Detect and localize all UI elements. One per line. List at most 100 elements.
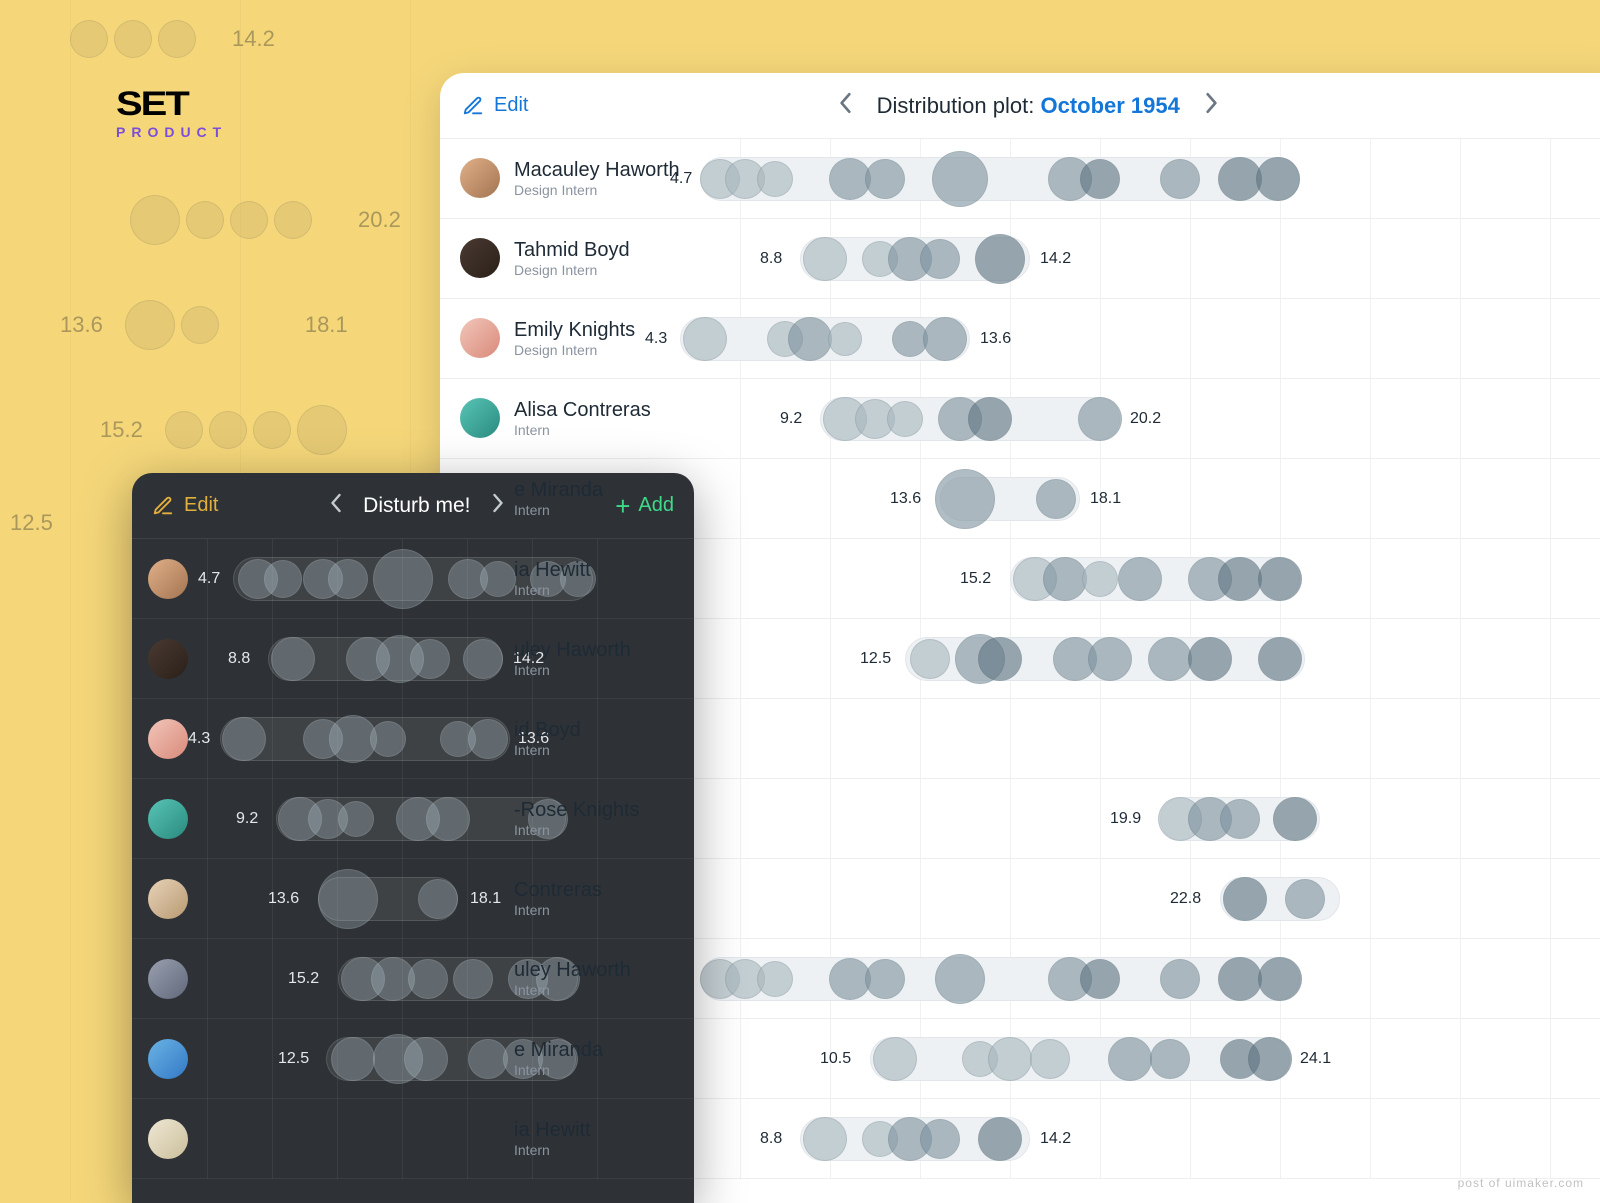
data-dot	[328, 559, 368, 599]
person-name: Macauley Haworth	[514, 158, 680, 182]
data-dot	[222, 717, 266, 761]
data-dot	[1256, 157, 1300, 201]
person-role: Design Intern	[514, 182, 680, 199]
person-name: ia Hewitt	[514, 1118, 591, 1142]
range-low-label: 13.6	[890, 490, 921, 508]
data-dot	[1043, 557, 1087, 601]
person-cell[interactable]: Macauley Haworth Design Intern	[440, 158, 680, 199]
prev-button[interactable]	[322, 487, 351, 525]
person-name: id Boyd	[514, 718, 581, 742]
avatar[interactable]	[148, 879, 188, 919]
avatar[interactable]	[148, 719, 188, 759]
person-role: Intern	[514, 982, 631, 999]
edit-button[interactable]: Edit	[152, 494, 218, 517]
person-cell[interactable]: Tahmid Boyd Design Intern	[440, 238, 680, 279]
range-low-label: 4.7	[198, 570, 220, 588]
data-dot	[1160, 959, 1200, 999]
person-role: Intern	[514, 1062, 603, 1079]
range-low-label: 12.5	[278, 1050, 309, 1068]
person-cell[interactable]: ia Hewitt Intern	[440, 1118, 680, 1159]
data-dot	[788, 317, 832, 361]
person-name: ia Hewitt	[514, 558, 591, 582]
bg-label: 14.2	[232, 26, 275, 52]
title-month: October 1954	[1040, 93, 1179, 118]
avatar[interactable]	[148, 959, 188, 999]
avatar[interactable]	[148, 1119, 188, 1159]
range-high-label: 14.2	[1040, 1130, 1071, 1148]
bg-label: 15.2	[100, 417, 143, 443]
data-dot	[1148, 637, 1192, 681]
person-cell[interactable]: id Boyd Intern	[440, 718, 680, 759]
panel-header: Edit Distribution plot: October 1954	[440, 73, 1600, 139]
data-dot	[920, 1119, 960, 1159]
person-role: Design Intern	[514, 342, 635, 359]
bg-label: 18.1	[305, 312, 348, 338]
range-low-label: 4.3	[188, 730, 210, 748]
person-cell[interactable]: e Miranda Intern	[440, 1038, 680, 1079]
data-dot	[1273, 797, 1317, 841]
person-cell[interactable]: ia Hewitt Intern	[440, 558, 680, 599]
data-dot	[683, 317, 727, 361]
data-dot	[865, 159, 905, 199]
range-high-label: 14.2	[1040, 250, 1071, 268]
person-cell[interactable]: Contreras Intern	[440, 878, 680, 919]
person-cell[interactable]: uley Haworth Intern	[440, 958, 680, 999]
logo-sub: PRODUCT	[116, 124, 227, 140]
avatar[interactable]	[148, 1039, 188, 1079]
avatar	[460, 318, 500, 358]
range-low-label: 9.2	[780, 410, 802, 428]
data-dot	[338, 801, 374, 837]
logo-main: SET	[116, 89, 227, 120]
bg-label: 13.6	[60, 312, 103, 338]
person-role: Intern	[514, 822, 640, 839]
data-dot	[757, 961, 793, 997]
person-name: uley Haworth	[514, 958, 631, 982]
distribution-row: Emily Knights Design Intern 4.3 13.6	[440, 299, 1600, 379]
distribution-row: Macauley Haworth Design Intern 4.7	[440, 139, 1600, 219]
watermark: post of uimaker.com	[1458, 1176, 1584, 1190]
person-name: Alisa Contreras	[514, 398, 651, 422]
brand-logo: SET PRODUCT	[116, 86, 227, 140]
range-high-label: 24.1	[1300, 1050, 1331, 1068]
person-role: Intern	[514, 902, 602, 919]
prev-button[interactable]	[829, 86, 863, 126]
person-name: Tahmid Boyd	[514, 238, 630, 262]
data-dot	[920, 239, 960, 279]
distribution-row: Tahmid Boyd Design Intern 8.8 14.2	[440, 219, 1600, 299]
data-dot	[1285, 879, 1325, 919]
panel-title: Distribution plot: October 1954	[877, 93, 1180, 119]
person-role: Intern	[514, 742, 581, 759]
next-button[interactable]	[1194, 86, 1228, 126]
range-low-label: 19.9	[1110, 810, 1141, 828]
person-role: Intern	[514, 502, 603, 519]
person-cell[interactable]: uley Haworth Intern	[440, 638, 680, 679]
data-dot	[271, 637, 315, 681]
data-dot	[757, 161, 793, 197]
data-dot	[1218, 957, 1262, 1001]
data-dot	[923, 317, 967, 361]
distribution-row: Alisa Contreras Intern 9.2 20.2	[440, 379, 1600, 459]
data-dot	[370, 721, 406, 757]
data-dot	[803, 1117, 847, 1161]
person-cell[interactable]: Emily Knights Design Intern	[440, 318, 680, 359]
range-high-label: 13.6	[980, 330, 1011, 348]
data-dot	[873, 1037, 917, 1081]
person-cell[interactable]: e Miranda Intern	[440, 478, 680, 519]
data-dot	[1258, 957, 1302, 1001]
data-dot	[1082, 561, 1118, 597]
person-name: Contreras	[514, 878, 602, 902]
range-low-label: 22.8	[1170, 890, 1201, 908]
data-dot	[1036, 479, 1076, 519]
title-prefix: Distribution plot:	[877, 93, 1035, 118]
person-cell[interactable]: Alisa Contreras Intern	[440, 398, 680, 439]
data-dot	[373, 549, 433, 609]
panel-body: 4.7 8.8	[132, 539, 694, 1179]
avatar[interactable]	[148, 559, 188, 599]
avatar[interactable]	[148, 799, 188, 839]
data-dot	[988, 1037, 1032, 1081]
data-dot	[1080, 959, 1120, 999]
edit-button[interactable]: Edit	[462, 94, 528, 117]
avatar	[460, 238, 500, 278]
avatar[interactable]	[148, 639, 188, 679]
person-cell[interactable]: -Rose Knights Intern	[440, 798, 680, 839]
